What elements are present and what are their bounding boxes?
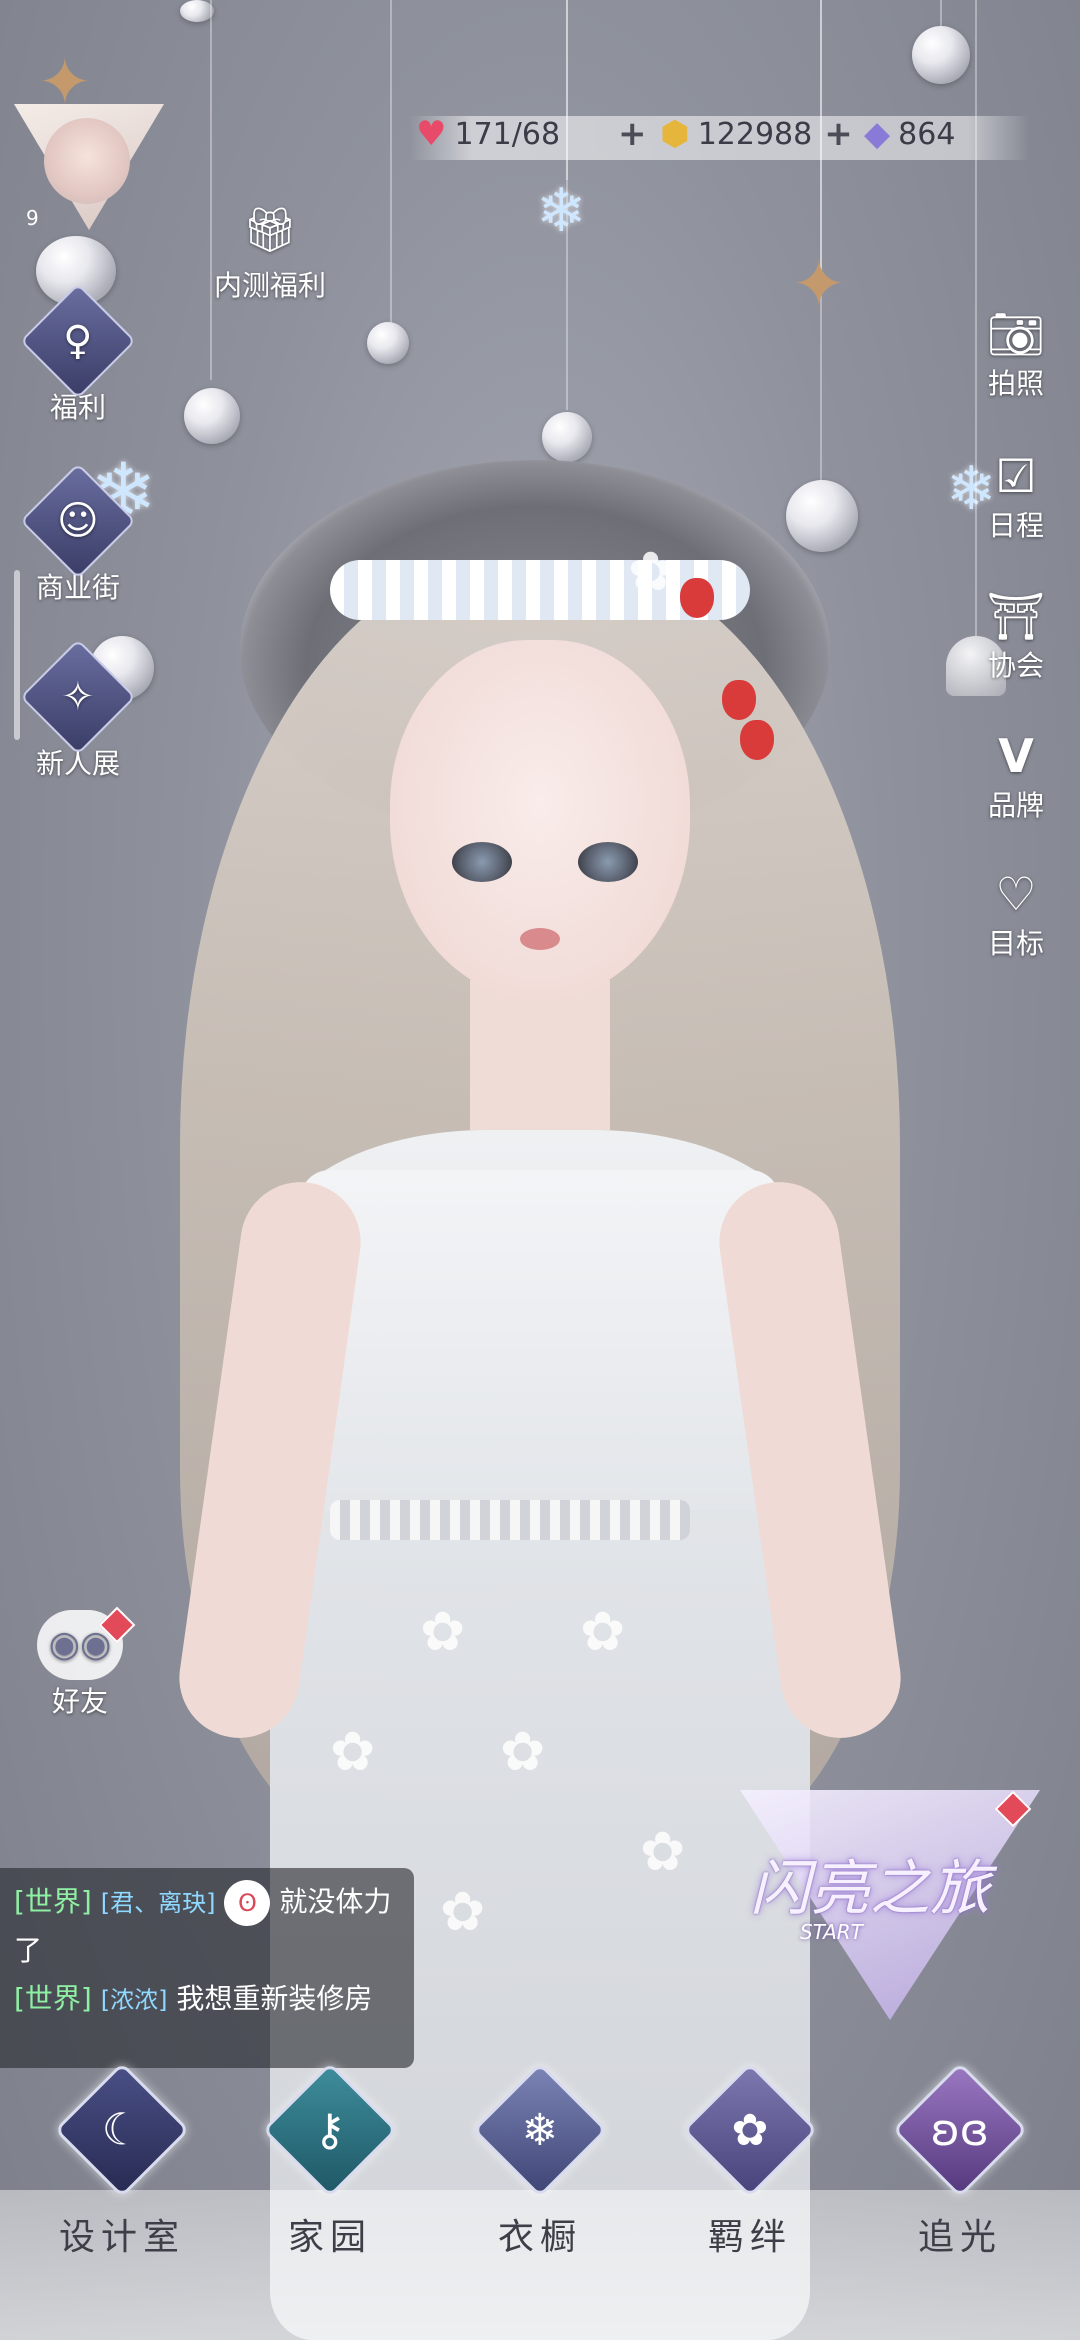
dress-flower: ✿	[330, 1720, 376, 1783]
goals-label: 目标	[987, 927, 1044, 960]
dress-flower: ✿	[440, 1880, 486, 1943]
beta-welfare-button[interactable]: 🎁︎ 内测福利	[210, 200, 330, 304]
snowflake-icon: ❄	[536, 176, 587, 246]
ornament-string	[390, 0, 392, 330]
hot-air-balloon-icon: ♀	[20, 283, 136, 399]
character-neck	[470, 980, 610, 1130]
star-ornament-icon: ✦	[792, 248, 846, 322]
goals-button[interactable]: ♡ 目标	[968, 866, 1064, 962]
welfare-button[interactable]: ♀ 福利	[18, 283, 138, 426]
building-icon: ⛩	[986, 589, 1046, 643]
coin-counter[interactable]: ⬢ 122988 +	[660, 114, 853, 154]
snowflake-gem-icon: ❄	[472, 2062, 608, 2198]
pearl-ornament	[912, 26, 970, 84]
nav-bonds[interactable]: ✿ 羁绊	[680, 2062, 820, 2260]
pearl-ornament	[180, 0, 214, 22]
brand-label: 品牌	[987, 789, 1044, 822]
diamond-value: 864	[898, 116, 956, 152]
heart-gem-icon: ♥	[416, 114, 447, 154]
chat-message: [世界] [浓浓] 我想重新装修房	[14, 1975, 400, 2024]
ornament-string	[210, 0, 212, 380]
player-level: 9	[26, 206, 39, 230]
add-stamina-button[interactable]: +	[618, 114, 647, 154]
schedule-button[interactable]: ☑ 日程	[968, 448, 1064, 544]
camera-icon: 📷︎	[986, 307, 1046, 361]
pearl-ornament	[542, 412, 592, 462]
diamond-counter[interactable]: ◆ 864	[864, 114, 955, 154]
nav-home-label: 家园	[287, 2217, 372, 2258]
chat-sticker-icon: ʘ	[224, 1880, 271, 1926]
strawberry-decoration	[722, 680, 756, 720]
newcomer-show-button[interactable]: ✧ 新人展	[18, 639, 138, 782]
nav-design-label: 设计室	[58, 2217, 185, 2258]
character-eye	[578, 842, 638, 882]
daisy-decoration: ✿	[628, 540, 674, 603]
chat-channel: [世界]	[14, 1982, 92, 2015]
chat-sender[interactable]: [浓浓]	[101, 1986, 168, 2014]
world-chat-panel[interactable]: [世界] [君、离玦] ʘ 就没体力了 [世界] [浓浓] 我想重新装修房	[0, 1868, 414, 2068]
nav-wardrobe-label: 衣橱	[497, 2217, 582, 2258]
event-title: 闪亮之旅	[750, 1854, 990, 1924]
nav-design-studio[interactable]: ☾ 设计室	[52, 2062, 192, 2260]
character-lips	[520, 928, 560, 950]
key-icon: ⚷	[262, 2062, 398, 2198]
flower-icon: ✿	[682, 2062, 818, 2198]
photo-button[interactable]: 📷︎ 拍照	[968, 306, 1064, 402]
brand-v-icon: V	[998, 729, 1034, 783]
pearl-ornament	[786, 480, 858, 552]
calendar-check-icon: ☑	[995, 449, 1037, 503]
character-eye	[452, 842, 512, 882]
brand-button[interactable]: V 品牌	[968, 728, 1064, 824]
chat-sender[interactable]: [君、离玦]	[101, 1889, 216, 1917]
chat-text: 我想重新装修房	[176, 1982, 373, 2015]
moon-icon: ☾	[54, 2062, 190, 2198]
stamina-counter[interactable]: ♥ 171/68 +	[416, 114, 647, 154]
dress-flower: ✿	[580, 1600, 626, 1663]
beta-welfare-label: 内测福利	[213, 269, 326, 302]
nav-bonds-label: 羁绊	[707, 2217, 792, 2258]
pearl-ornament	[367, 322, 409, 364]
side-scroll-indicator	[14, 570, 20, 740]
guild-label: 协会	[987, 649, 1044, 682]
dress-flower: ✿	[420, 1600, 466, 1663]
character-belt	[330, 1500, 690, 1540]
dress-flower: ✿	[500, 1720, 546, 1783]
chat-message: [世界] [君、离玦] ʘ 就没体力了	[14, 1878, 400, 1975]
strawberry-decoration	[740, 720, 774, 760]
guild-button[interactable]: ⛩ 协会	[968, 588, 1064, 684]
chat-channel: [世界]	[14, 1885, 92, 1918]
spotlight-icon: ✧	[20, 639, 136, 755]
schedule-label: 日程	[987, 509, 1044, 542]
shopping-bag-icon: ☺	[20, 463, 136, 579]
nav-wardrobe[interactable]: ❄ 衣橱	[470, 2062, 610, 2260]
nav-home[interactable]: ⚷ 家园	[260, 2062, 400, 2260]
friends-label: 好友	[51, 1685, 108, 1718]
pearl-ornament	[184, 388, 240, 444]
medal-heart-icon: ♡	[995, 867, 1037, 921]
character-dress-bodice	[300, 1170, 780, 1510]
photo-label: 拍照	[987, 367, 1044, 400]
event-subtitle: START	[800, 1920, 863, 1944]
nav-chase-light-label: 追光	[917, 2217, 1002, 2258]
dress-flower: ✿	[640, 1820, 686, 1883]
shopping-street-button[interactable]: ☺ 商业街	[18, 463, 138, 606]
stamina-value: 171/68	[454, 116, 561, 152]
player-avatar[interactable]	[44, 118, 130, 204]
strawberry-decoration	[680, 578, 714, 618]
add-coins-button[interactable]: +	[824, 114, 853, 154]
gift-icon: 🎁︎	[242, 205, 298, 256]
butterfly-icon: ʚɞ	[892, 2062, 1028, 2198]
coin-value: 122988	[697, 116, 813, 152]
diamond-icon: ◆	[864, 114, 891, 154]
coin-icon: ⬢	[660, 114, 690, 154]
nav-chase-light[interactable]: ʚɞ 追光	[890, 2062, 1030, 2260]
